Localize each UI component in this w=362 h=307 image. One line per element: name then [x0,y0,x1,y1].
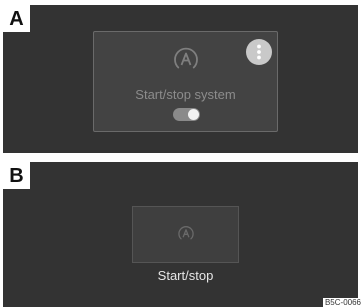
toggle-knob [188,109,199,120]
panel-b: B Start/stop [3,162,358,307]
figure-reference-code: B5C-0066 [322,298,362,307]
auto-start-stop-icon [174,47,198,69]
start-stop-toggle[interactable] [173,108,200,121]
more-vertical-icon [257,44,261,60]
panel-a: A Start/stop system [3,5,358,153]
panel-a-tag: A [3,5,30,32]
panel-b-tag: B [3,162,30,189]
start-stop-system-tile[interactable]: Start/stop system [93,31,278,132]
start-stop-label: Start/stop [157,268,214,283]
more-options-button[interactable] [246,39,272,65]
auto-start-stop-icon [178,226,194,240]
start-stop-tile[interactable] [132,206,239,263]
start-stop-system-label: Start/stop system [135,87,236,102]
